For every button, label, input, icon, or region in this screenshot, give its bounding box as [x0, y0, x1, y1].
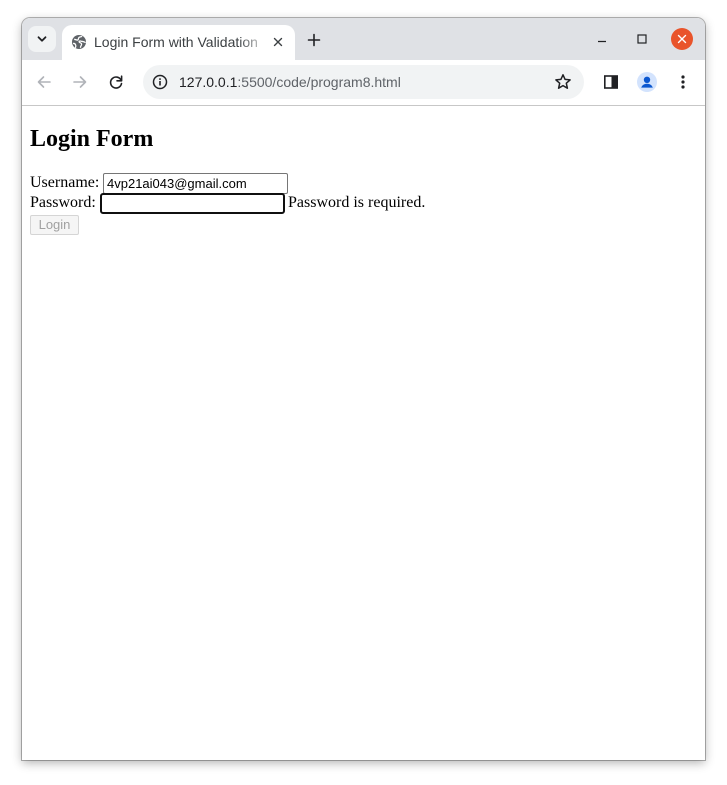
maximize-button[interactable] — [631, 28, 653, 50]
page-content: Login Form Username: Password: Password … — [22, 106, 705, 760]
bookmark-button[interactable] — [553, 72, 573, 92]
close-icon — [273, 37, 283, 47]
info-icon — [152, 74, 168, 90]
chevron-down-icon — [37, 36, 47, 42]
tab-close-button[interactable] — [270, 34, 286, 50]
new-tab-button[interactable] — [302, 28, 326, 52]
arrow-right-icon — [73, 76, 87, 88]
site-info-button[interactable] — [150, 72, 170, 92]
arrow-left-icon — [37, 76, 51, 88]
avatar-icon — [637, 72, 657, 92]
password-row: Password: Password is required. — [30, 193, 425, 214]
back-button[interactable] — [32, 70, 56, 94]
profile-button[interactable] — [635, 70, 659, 94]
password-error-message: Password is required. — [288, 194, 426, 211]
reload-icon — [109, 75, 123, 89]
browser-window: Login Form with Validation 127.0.0.1:550… — [22, 18, 705, 760]
username-row: Username: — [30, 173, 288, 194]
more-vert-icon — [681, 75, 685, 89]
url-host: 127.0.0.1 — [179, 74, 238, 90]
maximize-icon — [637, 34, 647, 44]
login-button[interactable]: Login — [30, 215, 79, 235]
tab-search-button[interactable] — [28, 26, 56, 52]
globe-icon — [72, 35, 86, 49]
page-title: Login Form — [30, 126, 154, 152]
username-label: Username: — [30, 174, 100, 191]
window-close-button[interactable] — [671, 28, 693, 50]
side-panel-icon — [603, 75, 618, 89]
url-path: :5500/code/program8.html — [237, 74, 401, 90]
tab-active[interactable]: Login Form with Validation — [62, 25, 295, 60]
password-input[interactable] — [100, 193, 285, 214]
password-label: Password: — [30, 194, 96, 211]
browser-menu-button[interactable] — [671, 70, 695, 94]
minimize-button[interactable] — [591, 28, 613, 50]
tab-strip: Login Form with Validation — [22, 18, 705, 60]
tab-title: Login Form with Validation — [94, 34, 258, 50]
url-text: 127.0.0.1:5500/code/program8.html — [179, 73, 401, 91]
star-icon — [555, 74, 571, 89]
side-panel-button[interactable] — [599, 70, 623, 94]
browser-toolbar: 127.0.0.1:5500/code/program8.html — [22, 60, 705, 106]
close-icon — [677, 34, 687, 44]
address-bar[interactable]: 127.0.0.1:5500/code/program8.html — [143, 65, 584, 99]
forward-button[interactable] — [68, 70, 92, 94]
minimize-icon — [598, 40, 606, 43]
reload-button[interactable] — [104, 70, 128, 94]
plus-icon — [307, 33, 321, 47]
username-input[interactable] — [103, 173, 288, 194]
